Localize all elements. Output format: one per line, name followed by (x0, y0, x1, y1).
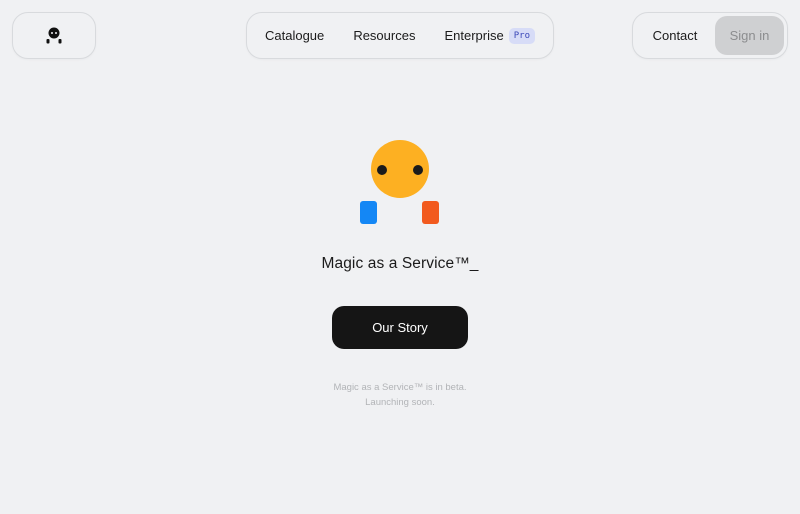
mascot-illustration (360, 140, 439, 224)
sign-in-button[interactable]: Sign in (715, 16, 784, 55)
hero-tagline: Magic as a Service™_ (321, 255, 479, 272)
nav-enterprise-label: Enterprise (444, 28, 504, 43)
pro-badge: Pro (508, 27, 535, 44)
mascot-logo-icon (46, 27, 62, 43)
beta-note-line2: Launching soon. (365, 397, 435, 408)
mascot-left-eye (377, 165, 387, 175)
mascot-left-hand (360, 201, 377, 224)
contact-link[interactable]: Contact (636, 28, 714, 43)
mascot-right-hand (422, 201, 439, 224)
nav-catalogue-link[interactable]: Catalogue (265, 28, 324, 43)
home-logo-button[interactable] (12, 12, 96, 59)
nav-enterprise-link[interactable]: Enterprise Pro (444, 27, 535, 44)
our-story-button[interactable]: Our Story (332, 306, 468, 349)
beta-note-line1: Magic as a Service™ is in beta. (333, 382, 467, 393)
mascot-right-eye (413, 165, 423, 175)
account-actions: Contact Sign in (632, 12, 788, 59)
nav-resources-link[interactable]: Resources (353, 28, 415, 43)
beta-note: Magic as a Service™ is in beta. Launchin… (0, 380, 800, 410)
page: Catalogue Resources Enterprise Pro Conta… (0, 0, 800, 514)
main-nav: Catalogue Resources Enterprise Pro (246, 12, 554, 59)
